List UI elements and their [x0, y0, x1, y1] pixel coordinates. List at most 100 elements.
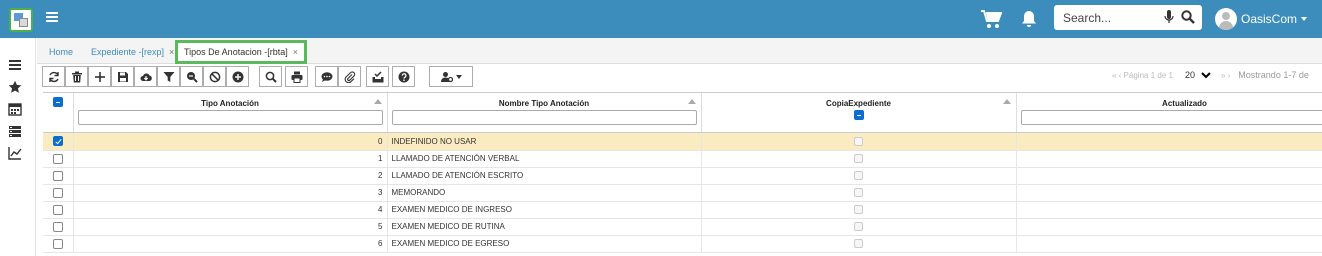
help-button[interactable] [392, 66, 415, 87]
tab-tipos-de-anotacion[interactable]: Tipos De Anotacion -[rbta] × [175, 40, 307, 64]
menu-icon[interactable] [8, 58, 22, 72]
table-row[interactable]: 3 MEMORANDO [43, 184, 1322, 202]
filter-actualizado-input[interactable] [1020, 109, 1322, 125]
filter-copia-checkbox[interactable] [853, 109, 864, 120]
row-checkbox[interactable] [52, 170, 63, 181]
plus-icon [94, 71, 105, 82]
cell-nombre[interactable]: INDEFINIDO NO USAR [387, 132, 702, 151]
cell-nombre[interactable]: LLAMADO DE ATENCIÓN VERBAL [387, 150, 702, 168]
search-icon[interactable] [1181, 10, 1195, 24]
print-button[interactable] [285, 66, 308, 87]
add-button[interactable] [88, 66, 111, 87]
row-checkbox[interactable] [52, 204, 63, 215]
row-select-cell [43, 184, 74, 202]
page-prev[interactable]: « ‹ Página 1 de 1 [1112, 71, 1173, 80]
row-select-cell [43, 201, 74, 219]
user-settings-dropdown[interactable] [429, 66, 473, 87]
close-icon[interactable]: × [169, 47, 174, 57]
zoom-out-button[interactable] [180, 66, 203, 87]
tab-home[interactable]: Home [43, 43, 79, 61]
cell-tipo[interactable]: 0 [73, 132, 388, 151]
column-title: Tipo Anotación [201, 99, 259, 108]
table-row[interactable]: 1 LLAMADO DE ATENCIÓN VERBAL [43, 150, 1322, 168]
comment-button[interactable] [315, 66, 338, 87]
table-row[interactable]: 5 EXAMEN MEDICO DE RUTINA [43, 218, 1322, 236]
cell-tipo[interactable]: 3 [73, 184, 388, 202]
page-next[interactable]: » › [1221, 71, 1230, 80]
row-checkbox[interactable] [52, 187, 63, 198]
grid-table: Tipo Anotación Nombre Tipo Anotación Cop… [43, 93, 1322, 253]
mic-icon[interactable] [1164, 10, 1174, 24]
help-icon [398, 71, 409, 82]
delete-button[interactable] [65, 66, 88, 87]
cell-tipo[interactable]: 5 [73, 218, 388, 236]
filter-button[interactable] [157, 66, 180, 87]
cell-nombre[interactable]: EXAMEN MEDICO DE EGRESO [387, 235, 702, 253]
copia-checkbox [854, 154, 863, 164]
sort-arrow-icon[interactable] [687, 99, 696, 104]
save-button[interactable] [111, 66, 134, 87]
search-box[interactable] [1054, 5, 1202, 30]
refresh-button[interactable] [42, 66, 65, 87]
cell-tipo[interactable]: 1 [73, 150, 388, 168]
tab-expediente[interactable]: Expediente -[rexp] × [85, 43, 180, 61]
table-row[interactable]: 0 INDEFINIDO NO USAR [43, 132, 1322, 151]
filter-tipo-input[interactable] [77, 109, 383, 125]
column-header-tipo[interactable]: Tipo Anotación [73, 93, 388, 133]
column-header-nombre[interactable]: Nombre Tipo Anotación [387, 93, 702, 133]
list-icon[interactable] [8, 124, 22, 138]
cart-icon[interactable] [980, 9, 1002, 29]
chevron-down-icon [455, 74, 462, 79]
row-checkbox[interactable] [52, 153, 63, 164]
calendar-icon[interactable] [8, 102, 22, 116]
copia-checkbox [854, 171, 863, 181]
table-row[interactable]: 6 EXAMEN MEDICO DE EGRESO [43, 235, 1322, 253]
table-row[interactable]: 2 LLAMADO DE ATENCIÓN ESCRITO [43, 167, 1322, 185]
cell-nombre[interactable]: LLAMADO DE ATENCIÓN ESCRITO [387, 167, 702, 185]
plus-circle-icon [232, 71, 243, 82]
star-icon[interactable] [8, 80, 22, 94]
cell-copia [701, 201, 1017, 219]
cell-actualizado [1016, 235, 1322, 253]
filter-nombre-input[interactable] [391, 109, 697, 125]
cell-copia [701, 167, 1017, 185]
cell-nombre[interactable]: EXAMEN MEDICO DE RUTINA [387, 218, 702, 236]
floppy-icon [117, 71, 128, 82]
cancel-button[interactable] [203, 66, 226, 87]
inbox-check-icon [372, 70, 383, 82]
sort-arrow-icon[interactable] [373, 99, 382, 104]
table-row[interactable]: 4 EXAMEN MEDICO DE INGRESO [43, 201, 1322, 219]
tab-label: Expediente -[rexp] [91, 47, 165, 57]
filter-icon [163, 71, 174, 82]
add-circle-button[interactable] [226, 66, 249, 87]
cell-actualizado [1016, 132, 1322, 151]
download-button[interactable] [134, 66, 157, 87]
user-menu[interactable]: OasisCom [1215, 8, 1308, 30]
chart-icon[interactable] [8, 146, 22, 160]
row-checkbox[interactable] [52, 238, 63, 249]
search-button[interactable] [259, 66, 282, 87]
pagination: « ‹ Página 1 de 1 20 » › Mostrando 1-7 d… [1112, 70, 1309, 80]
column-header-actualizado[interactable]: Actualizado [1016, 93, 1322, 133]
cell-tipo[interactable]: 6 [73, 235, 388, 253]
row-checkbox[interactable] [52, 221, 63, 232]
cell-tipo[interactable]: 4 [73, 201, 388, 219]
select-all-checkbox[interactable] [52, 97, 63, 107]
row-checkbox[interactable] [52, 136, 63, 146]
sort-arrow-icon[interactable] [1002, 99, 1011, 104]
bell-icon[interactable] [1021, 10, 1037, 28]
attach-button[interactable] [338, 66, 361, 87]
cell-actualizado [1016, 167, 1322, 185]
close-icon[interactable]: × [293, 47, 298, 57]
cell-tipo[interactable]: 2 [73, 167, 388, 185]
chevron-down-icon[interactable] [1201, 71, 1211, 79]
page-size-select[interactable]: 20 [1185, 70, 1195, 80]
cell-nombre[interactable]: MEMORANDO [387, 184, 702, 202]
chevron-down-icon [1301, 17, 1308, 21]
column-header-copia-expediente[interactable]: CopiaExpediente [701, 93, 1017, 133]
approve-button[interactable] [366, 66, 389, 87]
app-logo-icon[interactable] [9, 8, 33, 32]
menu-toggle-icon[interactable] [46, 12, 58, 24]
search-input[interactable] [1063, 10, 1163, 25]
cell-nombre[interactable]: EXAMEN MEDICO DE INGRESO [387, 201, 702, 219]
